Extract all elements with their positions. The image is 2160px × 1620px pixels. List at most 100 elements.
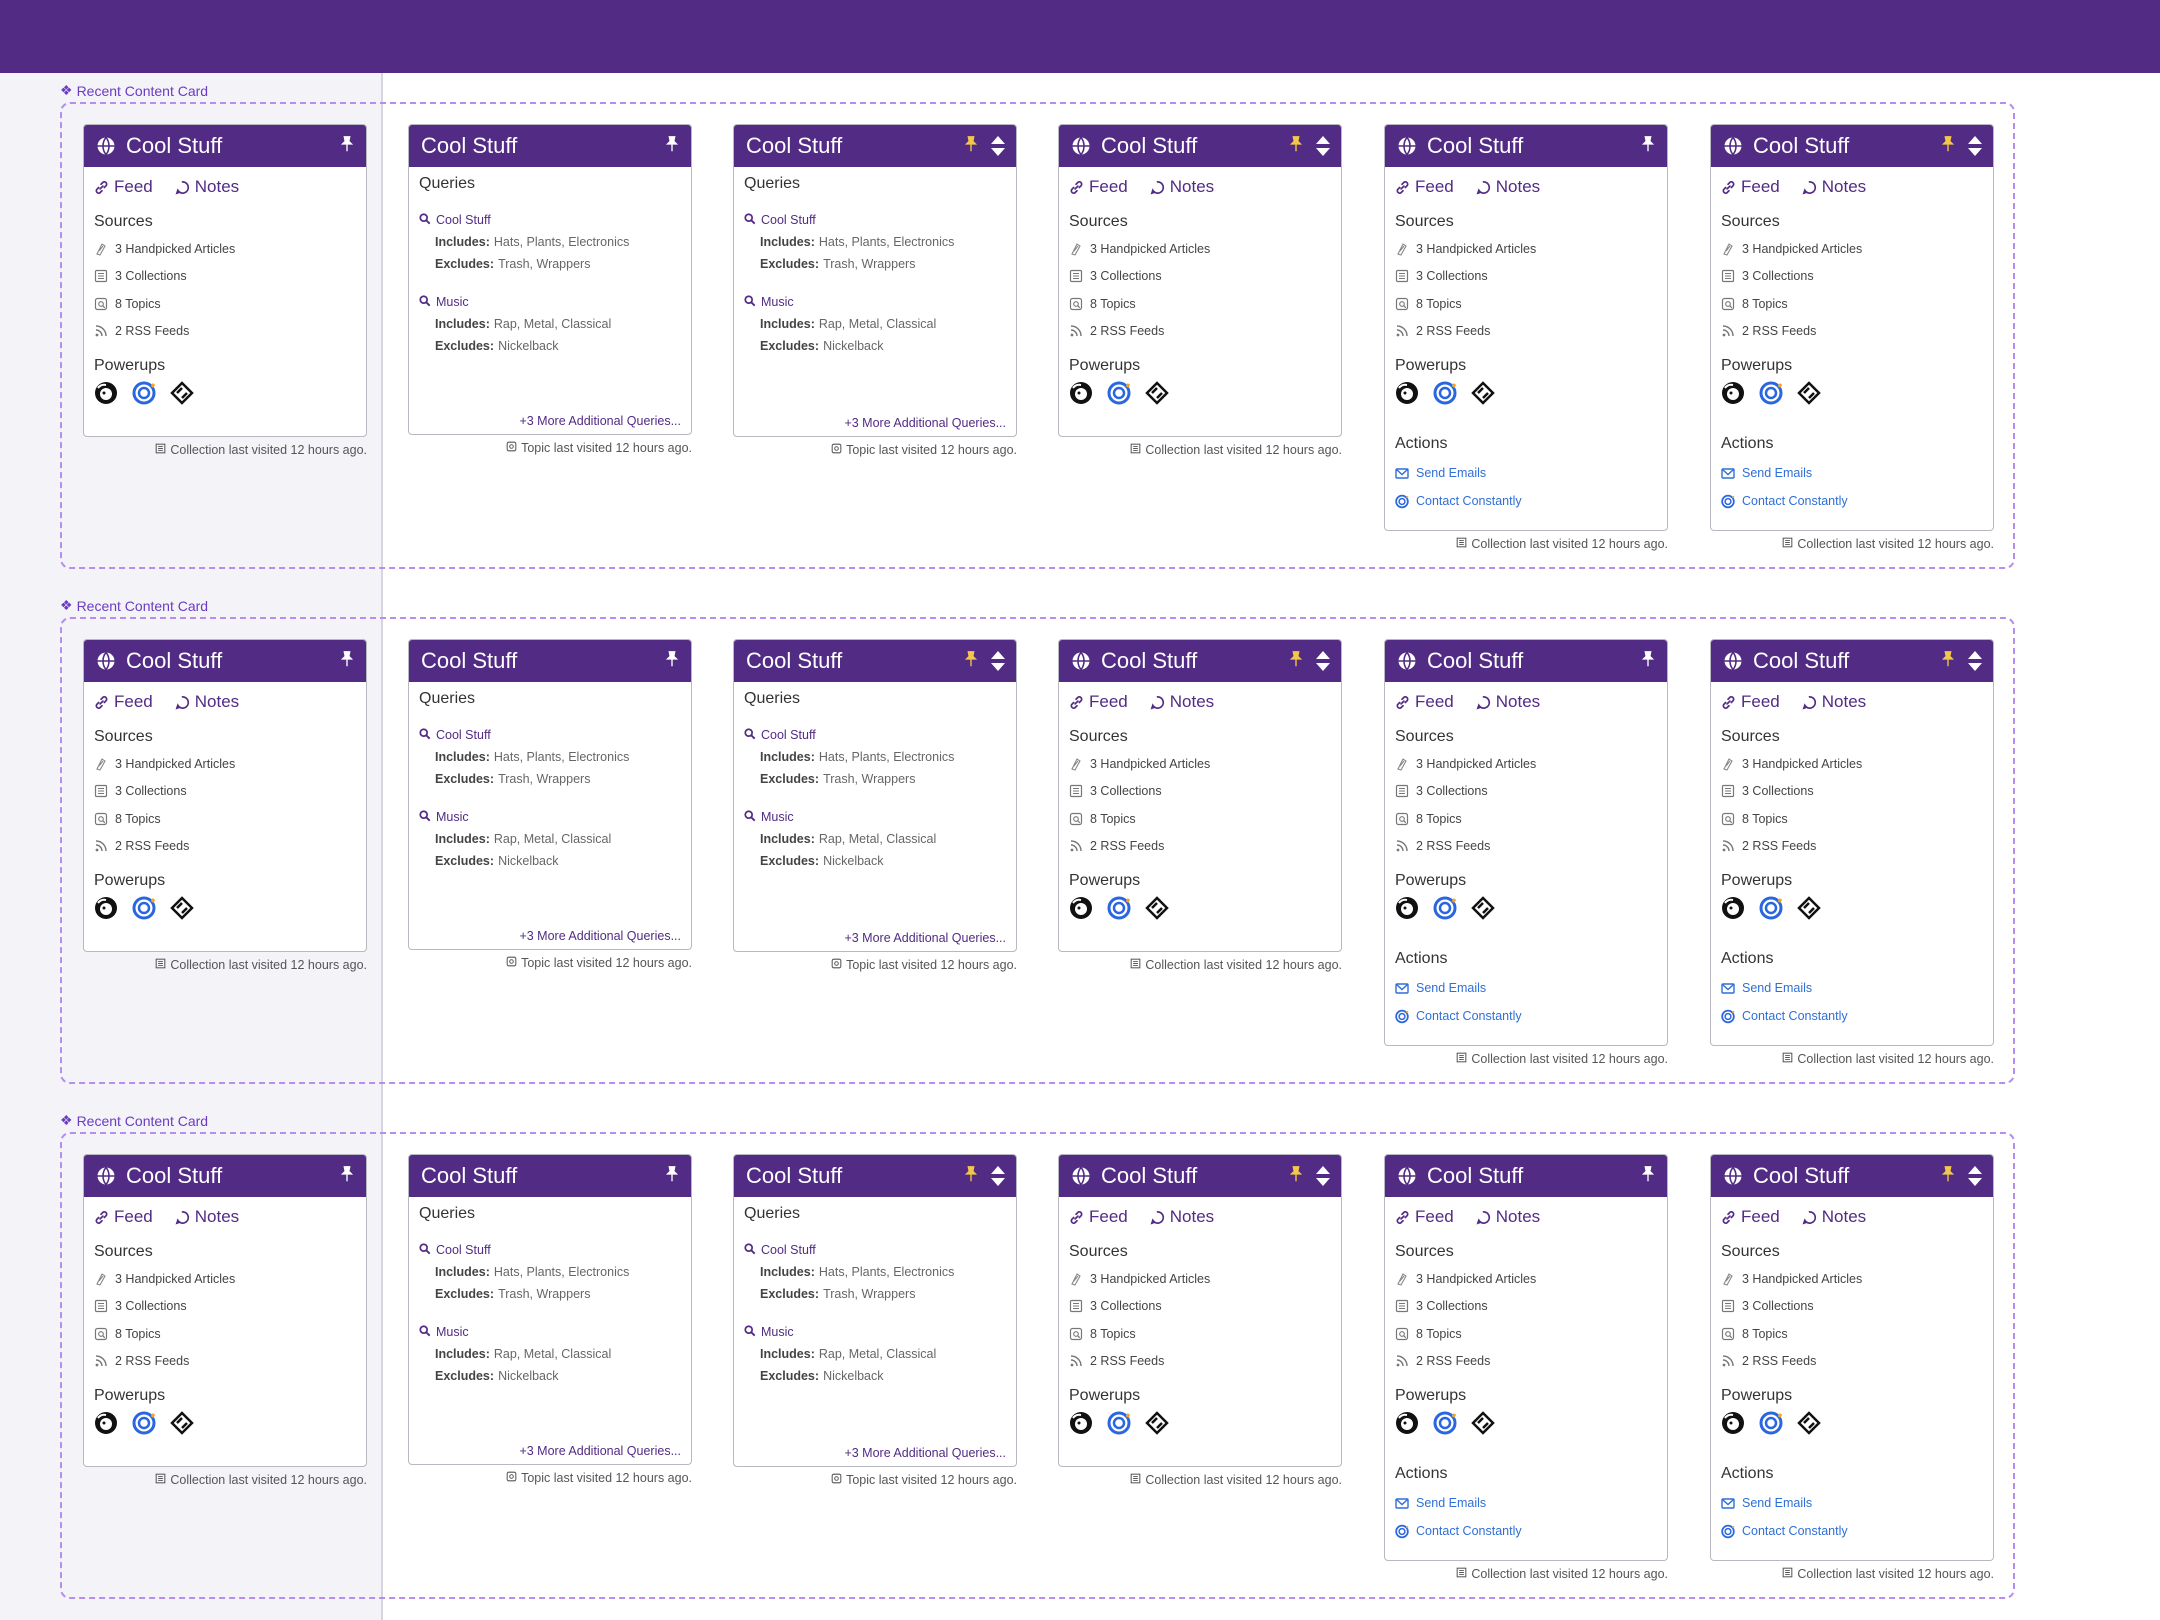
notes-link[interactable]: Notes	[1150, 1207, 1214, 1227]
card-title[interactable]: Cool Stuff	[421, 648, 663, 674]
feed-link[interactable]: Feed	[94, 692, 153, 712]
pin-icon[interactable]	[338, 650, 356, 673]
source-item[interactable]: 3 Handpicked Articles	[1721, 1265, 1983, 1293]
source-item[interactable]: 3 Collections	[1395, 778, 1657, 806]
content-card[interactable]: Cool Stuff Queries Cool Stuff Includes: Hats…	[408, 639, 692, 950]
zapier-icon[interactable]	[1145, 1411, 1169, 1435]
more-queries-link[interactable]: +3 More Additional Queries...	[519, 929, 681, 943]
more-queries-link[interactable]: +3 More Additional Queries...	[844, 416, 1006, 430]
source-item[interactable]: 2 RSS Feeds	[1395, 1348, 1657, 1376]
content-card[interactable]: Cool Stuff Feed Notes Sources 3 Handpicked A…	[1710, 1154, 1994, 1561]
action-item[interactable]: Contact Constantly	[1395, 1517, 1657, 1545]
query-name[interactable]: Cool Stuff	[744, 1239, 1006, 1261]
constant-contact-icon[interactable]	[132, 381, 156, 405]
more-queries-link[interactable]: +3 More Additional Queries...	[844, 1446, 1006, 1460]
card-title[interactable]: Cool Stuff	[746, 648, 962, 674]
pin-icon[interactable]	[1639, 1165, 1657, 1188]
action-item[interactable]: Contact Constantly	[1395, 1002, 1657, 1030]
pin-icon[interactable]	[1287, 135, 1305, 158]
source-item[interactable]: 2 RSS Feeds	[1069, 833, 1331, 861]
card-title[interactable]: Cool Stuff	[126, 133, 338, 159]
source-item[interactable]: 2 RSS Feeds	[1395, 833, 1657, 861]
source-item[interactable]: 3 Collections	[94, 778, 356, 806]
notes-link[interactable]: Notes	[175, 692, 239, 712]
action-item[interactable]: Send Emails	[1395, 1489, 1657, 1517]
source-item[interactable]: 8 Topics	[94, 290, 356, 318]
source-item[interactable]: 3 Collections	[94, 1293, 356, 1321]
notes-link[interactable]: Notes	[175, 177, 239, 197]
action-item[interactable]: Send Emails	[1721, 1489, 1983, 1517]
content-card[interactable]: Cool Stuff Queries Cool Stuff Includes: Hats…	[733, 124, 1017, 437]
source-item[interactable]: 8 Topics	[1069, 290, 1331, 318]
source-item[interactable]: 2 RSS Feeds	[1395, 318, 1657, 346]
notes-link[interactable]: Notes	[1802, 692, 1866, 712]
zapier-icon[interactable]	[1797, 381, 1821, 405]
card-title[interactable]: Cool Stuff	[421, 1163, 663, 1189]
mailchimp-icon[interactable]	[1395, 381, 1419, 405]
source-item[interactable]: 3 Handpicked Articles	[1395, 750, 1657, 778]
pin-icon[interactable]	[663, 1165, 681, 1188]
content-card[interactable]: Cool Stuff Queries Cool Stuff Includes: Hats…	[408, 1154, 692, 1465]
reorder-icon[interactable]	[1315, 650, 1331, 672]
notes-link[interactable]: Notes	[1150, 692, 1214, 712]
pin-icon[interactable]	[1287, 1165, 1305, 1188]
mailchimp-icon[interactable]	[94, 381, 118, 405]
content-card[interactable]: Cool Stuff Feed Notes Sources 3 Handpicked A…	[83, 124, 367, 437]
constant-contact-icon[interactable]	[132, 1411, 156, 1435]
notes-link[interactable]: Notes	[175, 1207, 239, 1227]
notes-link[interactable]: Notes	[1476, 1207, 1540, 1227]
content-card[interactable]: Cool Stuff Feed Notes Sources 3 Handpicked A…	[1384, 639, 1668, 1046]
reorder-icon[interactable]	[1967, 650, 1983, 672]
source-item[interactable]: 8 Topics	[94, 805, 356, 833]
source-item[interactable]: 3 Collections	[1395, 1293, 1657, 1321]
source-item[interactable]: 8 Topics	[1721, 290, 1983, 318]
mailchimp-icon[interactable]	[1069, 896, 1093, 920]
source-item[interactable]: 2 RSS Feeds	[94, 318, 356, 346]
card-title[interactable]: Cool Stuff	[1101, 648, 1287, 674]
content-card[interactable]: Cool Stuff Feed Notes Sources 3 Handpicked A…	[83, 639, 367, 952]
zapier-icon[interactable]	[1145, 896, 1169, 920]
source-item[interactable]: 3 Collections	[1069, 263, 1331, 291]
pin-icon[interactable]	[962, 135, 980, 158]
zapier-icon[interactable]	[1145, 381, 1169, 405]
query-name[interactable]: Cool Stuff	[744, 209, 1006, 231]
card-title[interactable]: Cool Stuff	[1101, 133, 1287, 159]
source-item[interactable]: 8 Topics	[94, 1320, 356, 1348]
zapier-icon[interactable]	[1471, 1411, 1495, 1435]
card-title[interactable]: Cool Stuff	[1427, 1163, 1639, 1189]
constant-contact-icon[interactable]	[1433, 1411, 1457, 1435]
mailchimp-icon[interactable]	[1721, 1411, 1745, 1435]
action-item[interactable]: Contact Constantly	[1721, 1517, 1983, 1545]
source-item[interactable]: 3 Handpicked Articles	[1721, 235, 1983, 263]
source-item[interactable]: 3 Collections	[94, 263, 356, 291]
content-card[interactable]: Cool Stuff Feed Notes Sources 3 Handpicked A…	[1710, 124, 1994, 531]
feed-link[interactable]: Feed	[1721, 692, 1780, 712]
source-item[interactable]: 3 Handpicked Articles	[1721, 750, 1983, 778]
pin-icon[interactable]	[1639, 135, 1657, 158]
query-name[interactable]: Music	[744, 806, 1006, 828]
notes-link[interactable]: Notes	[1802, 177, 1866, 197]
card-title[interactable]: Cool Stuff	[126, 1163, 338, 1189]
query-name[interactable]: Music	[744, 1321, 1006, 1343]
card-title[interactable]: Cool Stuff	[1427, 648, 1639, 674]
notes-link[interactable]: Notes	[1476, 177, 1540, 197]
source-item[interactable]: 3 Handpicked Articles	[1395, 1265, 1657, 1293]
pin-icon[interactable]	[1639, 650, 1657, 673]
reorder-icon[interactable]	[990, 135, 1006, 157]
mailchimp-icon[interactable]	[1395, 896, 1419, 920]
zapier-icon[interactable]	[170, 381, 194, 405]
mailchimp-icon[interactable]	[94, 896, 118, 920]
constant-contact-icon[interactable]	[1107, 896, 1131, 920]
content-card[interactable]: Cool Stuff Feed Notes Sources 3 Handpicked A…	[1058, 639, 1342, 952]
action-item[interactable]: Contact Constantly	[1395, 487, 1657, 515]
source-item[interactable]: 2 RSS Feeds	[1721, 1348, 1983, 1376]
feed-link[interactable]: Feed	[94, 177, 153, 197]
feed-link[interactable]: Feed	[1069, 177, 1128, 197]
card-title[interactable]: Cool Stuff	[421, 133, 663, 159]
mailchimp-icon[interactable]	[1721, 381, 1745, 405]
feed-link[interactable]: Feed	[1721, 177, 1780, 197]
constant-contact-icon[interactable]	[1759, 896, 1783, 920]
constant-contact-icon[interactable]	[1759, 381, 1783, 405]
action-item[interactable]: Send Emails	[1395, 974, 1657, 1002]
card-title[interactable]: Cool Stuff	[1753, 133, 1939, 159]
